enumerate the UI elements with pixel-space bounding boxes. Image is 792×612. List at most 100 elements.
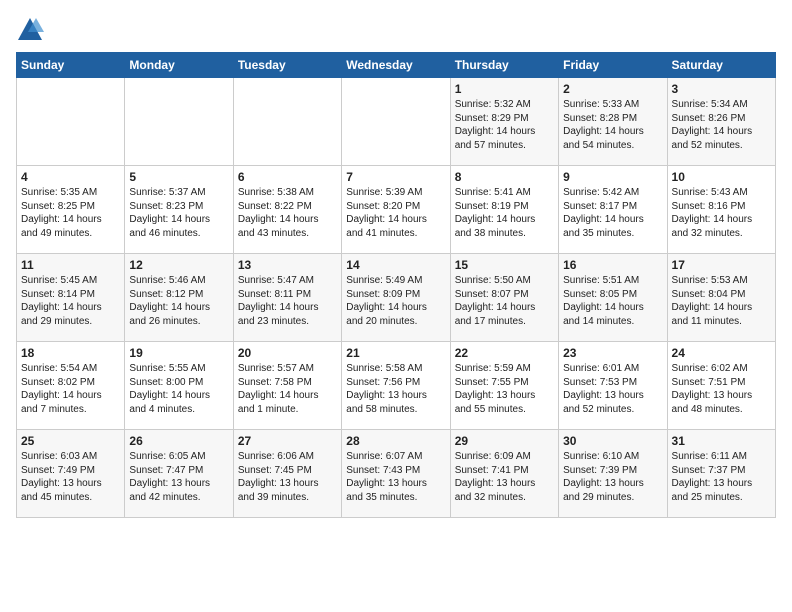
day-content: Sunrise: 5:35 AM Sunset: 8:25 PM Dayligh…	[21, 186, 120, 240]
day-number: 21	[346, 346, 445, 360]
calendar-week-3: 11 Sunrise: 5:45 AM Sunset: 8:14 PM Dayli…	[17, 254, 776, 342]
calendar-cell	[342, 78, 450, 166]
day-content: Sunrise: 5:33 AM Sunset: 8:28 PM Dayligh…	[563, 98, 662, 152]
logo-icon	[16, 16, 44, 44]
day-number: 9	[563, 170, 662, 184]
calendar-cell: 22 Sunrise: 5:59 AM Sunset: 7:55 PM Dayli…	[450, 342, 558, 430]
calendar-cell: 23 Sunrise: 6:01 AM Sunset: 7:53 PM Dayli…	[559, 342, 667, 430]
day-content: Sunrise: 5:41 AM Sunset: 8:19 PM Dayligh…	[455, 186, 554, 240]
day-content: Sunrise: 5:46 AM Sunset: 8:12 PM Dayligh…	[129, 274, 228, 328]
day-content: Sunrise: 5:50 AM Sunset: 8:07 PM Dayligh…	[455, 274, 554, 328]
day-content: Sunrise: 6:07 AM Sunset: 7:43 PM Dayligh…	[346, 450, 445, 504]
day-content: Sunrise: 6:09 AM Sunset: 7:41 PM Dayligh…	[455, 450, 554, 504]
calendar-week-2: 4 Sunrise: 5:35 AM Sunset: 8:25 PM Daylig…	[17, 166, 776, 254]
day-number: 11	[21, 258, 120, 272]
calendar-cell: 14 Sunrise: 5:49 AM Sunset: 8:09 PM Dayli…	[342, 254, 450, 342]
day-number: 12	[129, 258, 228, 272]
day-number: 13	[238, 258, 337, 272]
day-content: Sunrise: 5:57 AM Sunset: 7:58 PM Dayligh…	[238, 362, 337, 416]
day-content: Sunrise: 5:43 AM Sunset: 8:16 PM Dayligh…	[672, 186, 771, 240]
calendar-cell	[17, 78, 125, 166]
day-content: Sunrise: 6:06 AM Sunset: 7:45 PM Dayligh…	[238, 450, 337, 504]
day-content: Sunrise: 5:54 AM Sunset: 8:02 PM Dayligh…	[21, 362, 120, 416]
day-number: 16	[563, 258, 662, 272]
calendar-cell: 13 Sunrise: 5:47 AM Sunset: 8:11 PM Dayli…	[233, 254, 341, 342]
logo	[16, 16, 48, 44]
calendar-cell	[233, 78, 341, 166]
day-content: Sunrise: 5:38 AM Sunset: 8:22 PM Dayligh…	[238, 186, 337, 240]
calendar-cell: 3Sunrise: 5:34 AM Sunset: 8:26 PM Daylig…	[667, 78, 775, 166]
day-number: 17	[672, 258, 771, 272]
day-number: 10	[672, 170, 771, 184]
day-content: Sunrise: 5:49 AM Sunset: 8:09 PM Dayligh…	[346, 274, 445, 328]
day-number: 29	[455, 434, 554, 448]
day-number: 6	[238, 170, 337, 184]
calendar-cell: 5 Sunrise: 5:37 AM Sunset: 8:23 PM Daylig…	[125, 166, 233, 254]
day-content: Sunrise: 5:55 AM Sunset: 8:00 PM Dayligh…	[129, 362, 228, 416]
day-content: Sunrise: 6:05 AM Sunset: 7:47 PM Dayligh…	[129, 450, 228, 504]
day-content: Sunrise: 5:59 AM Sunset: 7:55 PM Dayligh…	[455, 362, 554, 416]
calendar-cell: 30 Sunrise: 6:10 AM Sunset: 7:39 PM Dayli…	[559, 430, 667, 518]
calendar-table: SundayMondayTuesdayWednesdayThursdayFrid…	[16, 52, 776, 518]
calendar-cell: 10 Sunrise: 5:43 AM Sunset: 8:16 PM Dayli…	[667, 166, 775, 254]
weekday-header-wednesday: Wednesday	[342, 53, 450, 78]
calendar-cell: 27 Sunrise: 6:06 AM Sunset: 7:45 PM Dayli…	[233, 430, 341, 518]
day-number: 1	[455, 82, 554, 96]
day-number: 2	[563, 82, 662, 96]
day-number: 18	[21, 346, 120, 360]
day-number: 4	[21, 170, 120, 184]
day-content: Sunrise: 5:58 AM Sunset: 7:56 PM Dayligh…	[346, 362, 445, 416]
day-number: 23	[563, 346, 662, 360]
day-content: Sunrise: 6:01 AM Sunset: 7:53 PM Dayligh…	[563, 362, 662, 416]
calendar-cell: 20 Sunrise: 5:57 AM Sunset: 7:58 PM Dayli…	[233, 342, 341, 430]
calendar-cell: 16 Sunrise: 5:51 AM Sunset: 8:05 PM Dayli…	[559, 254, 667, 342]
calendar-cell: 8 Sunrise: 5:41 AM Sunset: 8:19 PM Daylig…	[450, 166, 558, 254]
calendar-cell: 7 Sunrise: 5:39 AM Sunset: 8:20 PM Daylig…	[342, 166, 450, 254]
day-number: 30	[563, 434, 662, 448]
day-number: 27	[238, 434, 337, 448]
day-content: Sunrise: 6:11 AM Sunset: 7:37 PM Dayligh…	[672, 450, 771, 504]
day-number: 31	[672, 434, 771, 448]
calendar-cell: 24Sunrise: 6:02 AM Sunset: 7:51 PM Dayli…	[667, 342, 775, 430]
calendar-header-row: SundayMondayTuesdayWednesdayThursdayFrid…	[17, 53, 776, 78]
calendar-cell	[125, 78, 233, 166]
weekday-header-sunday: Sunday	[17, 53, 125, 78]
day-number: 8	[455, 170, 554, 184]
day-number: 19	[129, 346, 228, 360]
day-content: Sunrise: 6:03 AM Sunset: 7:49 PM Dayligh…	[21, 450, 120, 504]
calendar-cell: 25 Sunrise: 6:03 AM Sunset: 7:49 PM Dayli…	[17, 430, 125, 518]
weekday-header-tuesday: Tuesday	[233, 53, 341, 78]
calendar-cell: 21 Sunrise: 5:58 AM Sunset: 7:56 PM Dayli…	[342, 342, 450, 430]
weekday-header-saturday: Saturday	[667, 53, 775, 78]
day-number: 5	[129, 170, 228, 184]
calendar-cell: 4 Sunrise: 5:35 AM Sunset: 8:25 PM Daylig…	[17, 166, 125, 254]
day-number: 28	[346, 434, 445, 448]
day-number: 22	[455, 346, 554, 360]
calendar-week-1: 1Sunrise: 5:32 AM Sunset: 8:29 PM Daylig…	[17, 78, 776, 166]
day-content: Sunrise: 5:51 AM Sunset: 8:05 PM Dayligh…	[563, 274, 662, 328]
calendar-cell: 12 Sunrise: 5:46 AM Sunset: 8:12 PM Dayli…	[125, 254, 233, 342]
weekday-header-friday: Friday	[559, 53, 667, 78]
day-content: Sunrise: 5:37 AM Sunset: 8:23 PM Dayligh…	[129, 186, 228, 240]
calendar-week-4: 18 Sunrise: 5:54 AM Sunset: 8:02 PM Dayli…	[17, 342, 776, 430]
day-content: Sunrise: 5:47 AM Sunset: 8:11 PM Dayligh…	[238, 274, 337, 328]
calendar-cell: 26Sunrise: 6:05 AM Sunset: 7:47 PM Dayli…	[125, 430, 233, 518]
day-content: Sunrise: 5:53 AM Sunset: 8:04 PM Dayligh…	[672, 274, 771, 328]
calendar-cell: 18 Sunrise: 5:54 AM Sunset: 8:02 PM Dayli…	[17, 342, 125, 430]
day-content: Sunrise: 6:10 AM Sunset: 7:39 PM Dayligh…	[563, 450, 662, 504]
calendar-cell: 2 Sunrise: 5:33 AM Sunset: 8:28 PM Daylig…	[559, 78, 667, 166]
calendar-cell: 11 Sunrise: 5:45 AM Sunset: 8:14 PM Dayli…	[17, 254, 125, 342]
day-content: Sunrise: 5:34 AM Sunset: 8:26 PM Dayligh…	[672, 98, 771, 152]
day-number: 25	[21, 434, 120, 448]
calendar-cell: 29 Sunrise: 6:09 AM Sunset: 7:41 PM Dayli…	[450, 430, 558, 518]
day-number: 15	[455, 258, 554, 272]
day-content: Sunrise: 5:39 AM Sunset: 8:20 PM Dayligh…	[346, 186, 445, 240]
day-content: Sunrise: 5:45 AM Sunset: 8:14 PM Dayligh…	[21, 274, 120, 328]
calendar-cell: 28 Sunrise: 6:07 AM Sunset: 7:43 PM Dayli…	[342, 430, 450, 518]
weekday-header-thursday: Thursday	[450, 53, 558, 78]
day-number: 20	[238, 346, 337, 360]
day-number: 7	[346, 170, 445, 184]
day-content: Sunrise: 6:02 AM Sunset: 7:51 PM Dayligh…	[672, 362, 771, 416]
day-number: 14	[346, 258, 445, 272]
weekday-header-monday: Monday	[125, 53, 233, 78]
